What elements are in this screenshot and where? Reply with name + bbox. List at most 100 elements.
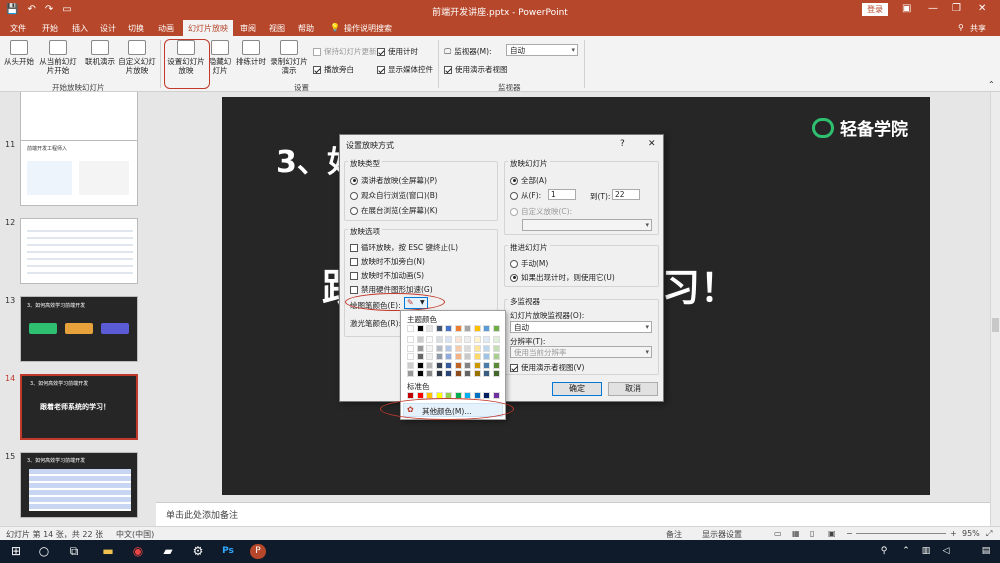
- color-swatch[interactable]: [416, 361, 424, 369]
- login-button[interactable]: 登录: [862, 3, 888, 16]
- slideshow-monitor-select[interactable]: 自动: [510, 321, 652, 333]
- color-swatch[interactable]: [464, 336, 471, 343]
- tab-slideshow[interactable]: 幻灯片放映: [183, 20, 233, 36]
- photoshop-icon[interactable]: Ps: [220, 544, 236, 559]
- tab-transitions[interactable]: 切换: [128, 23, 144, 34]
- color-swatch[interactable]: [426, 370, 433, 377]
- color-swatch[interactable]: [445, 336, 452, 343]
- color-swatch[interactable]: [445, 325, 452, 332]
- color-swatch[interactable]: [416, 344, 424, 352]
- color-swatch[interactable]: [407, 392, 414, 399]
- color-swatch[interactable]: [473, 392, 481, 399]
- slide-scrollbar[interactable]: [990, 92, 1000, 526]
- slide-body-text-right[interactable]: 习！: [662, 257, 738, 312]
- zoom-level[interactable]: 95%: [962, 529, 980, 538]
- color-swatch[interactable]: [416, 336, 424, 343]
- tab-insert[interactable]: 插入: [72, 23, 88, 34]
- color-swatch[interactable]: [483, 344, 490, 352]
- presenter-view-dialog-checkbox[interactable]: 使用演示者视图(V): [510, 362, 584, 373]
- color-swatch[interactable]: [416, 325, 424, 332]
- tab-view[interactable]: 视图: [269, 23, 285, 34]
- color-swatch[interactable]: [407, 325, 414, 332]
- windows-start-icon[interactable]: ⊞: [8, 544, 24, 559]
- radio-use-timings[interactable]: 如果出现计时，则使用它(U): [510, 272, 615, 283]
- radio-all-slides[interactable]: 全部(A): [510, 175, 547, 186]
- fit-slide-icon[interactable]: ⤢: [986, 529, 992, 539]
- tab-review[interactable]: 审阅: [240, 23, 256, 34]
- color-swatch[interactable]: [454, 361, 462, 369]
- color-swatch[interactable]: [407, 353, 414, 360]
- reading-view-icon[interactable]: ▯: [810, 529, 814, 538]
- language-indicator[interactable]: 中文(中国): [116, 529, 154, 540]
- from-start-button[interactable]: 从头开始: [4, 40, 34, 66]
- color-swatch[interactable]: [473, 370, 481, 377]
- settings-icon[interactable]: ⚙: [190, 544, 206, 559]
- color-swatch[interactable]: [473, 325, 481, 332]
- ok-button[interactable]: 确定: [552, 382, 602, 396]
- color-swatch[interactable]: [426, 361, 433, 369]
- color-swatch[interactable]: [435, 325, 443, 332]
- tab-file[interactable]: 文件: [10, 23, 26, 34]
- color-swatch[interactable]: [454, 325, 462, 332]
- to-slide-input[interactable]: 22: [612, 189, 640, 200]
- color-swatch[interactable]: [416, 370, 424, 377]
- tab-design[interactable]: 设计: [100, 23, 116, 34]
- online-present-button[interactable]: 联机演示: [84, 40, 116, 66]
- color-swatch[interactable]: [483, 336, 490, 343]
- presenter-view-checkbox[interactable]: 使用演示者视图: [444, 64, 508, 75]
- color-swatch[interactable]: [492, 370, 500, 377]
- color-swatch[interactable]: [454, 370, 462, 377]
- collapse-ribbon-icon[interactable]: ⌃: [988, 80, 995, 89]
- app-icon[interactable]: ▰: [160, 544, 176, 559]
- play-narration-checkbox[interactable]: 播放旁白: [313, 64, 354, 75]
- tab-help[interactable]: 帮助: [298, 23, 314, 34]
- thumbnail-slide-14[interactable]: 3、如何高效学习前端开发 跟着老师系统的学习！: [20, 374, 138, 440]
- color-swatch[interactable]: [426, 336, 433, 343]
- radio-manual[interactable]: 手动(M): [510, 258, 548, 269]
- notification-icon[interactable]: ▤: [978, 544, 994, 559]
- minimize-icon[interactable]: —: [928, 3, 938, 14]
- color-swatch[interactable]: [416, 353, 424, 360]
- color-swatch[interactable]: [435, 336, 443, 343]
- file-explorer-icon[interactable]: ▬: [100, 544, 116, 559]
- color-swatch[interactable]: [464, 353, 471, 360]
- tell-me-search[interactable]: 操作说明搜索: [344, 23, 392, 34]
- close-icon[interactable]: ✕: [978, 3, 986, 14]
- color-swatch[interactable]: [426, 344, 433, 352]
- tab-animations[interactable]: 动画: [158, 23, 174, 34]
- loop-checkbox[interactable]: 循环放映，按 ESC 键终止(L): [350, 242, 458, 253]
- chrome-icon[interactable]: ◉: [130, 544, 146, 559]
- color-swatch[interactable]: [464, 325, 471, 332]
- color-swatch[interactable]: [483, 353, 490, 360]
- custom-show-select[interactable]: [522, 219, 652, 231]
- tray-up-icon[interactable]: ⌃: [898, 544, 914, 559]
- share-button[interactable]: 共享: [970, 23, 986, 34]
- color-swatch[interactable]: [492, 353, 500, 360]
- keep-updated-checkbox[interactable]: 保持幻灯片更新: [313, 46, 377, 57]
- zoom-slider[interactable]: [856, 533, 946, 534]
- color-swatch[interactable]: [435, 344, 443, 352]
- notes-toggle[interactable]: 备注: [666, 529, 682, 540]
- color-swatch[interactable]: [407, 336, 414, 343]
- color-swatch[interactable]: [407, 370, 414, 377]
- color-swatch[interactable]: [454, 344, 462, 352]
- maximize-icon[interactable]: ❐: [952, 3, 961, 14]
- color-swatch[interactable]: [407, 361, 414, 369]
- rehearse-timings-button[interactable]: 排练计时: [234, 40, 268, 66]
- color-swatch[interactable]: [435, 353, 443, 360]
- radio-kiosk[interactable]: 在展台浏览(全屏幕)(K): [350, 205, 438, 216]
- color-swatch[interactable]: [473, 353, 481, 360]
- task-view-icon[interactable]: ⧉: [66, 544, 82, 559]
- scroll-thumb[interactable]: [992, 318, 999, 332]
- color-swatch[interactable]: [445, 370, 452, 377]
- thumbnail-slide-12[interactable]: [20, 218, 138, 284]
- color-swatch[interactable]: [483, 361, 490, 369]
- thumbnail-slide-15[interactable]: 3、如何高效学习前端开发: [20, 452, 138, 518]
- thumbnail-scrollbar[interactable]: [148, 92, 156, 526]
- radio-window[interactable]: 观众自行浏览(窗口)(B): [350, 190, 438, 201]
- display-settings-button[interactable]: 显示器设置: [702, 529, 742, 540]
- sorter-view-icon[interactable]: ▦: [792, 529, 800, 538]
- color-swatch[interactable]: [435, 370, 443, 377]
- thumbnail-slide-11[interactable]: 前端开发工程师入: [20, 140, 138, 206]
- thumbnail-slide-13[interactable]: 3、如何高效学习前端开发: [20, 296, 138, 362]
